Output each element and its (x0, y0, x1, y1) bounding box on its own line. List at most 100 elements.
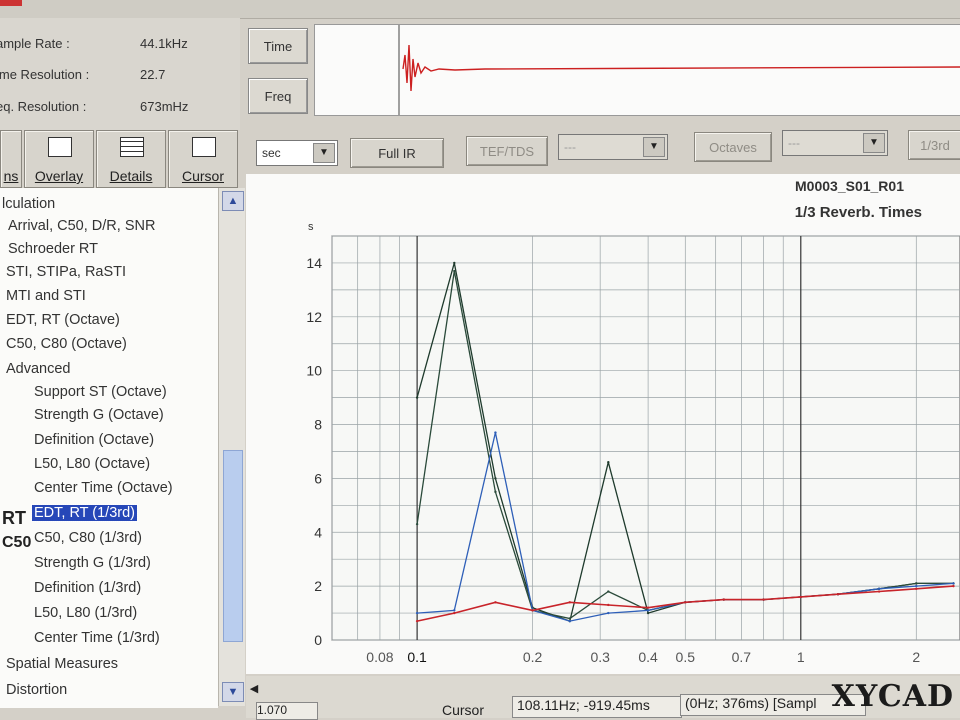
octave-select[interactable]: --- ▼ (782, 130, 888, 156)
scroll-down-icon[interactable]: ▼ (222, 682, 244, 702)
tree-item[interactable]: L50, L80 (1/3rd) (34, 605, 137, 621)
data-point (915, 584, 918, 588)
data-point (646, 606, 650, 609)
chevron-down-icon: ▼ (863, 133, 885, 153)
c50-icon: C50 (2, 534, 32, 551)
band-select[interactable]: --- ▼ (558, 134, 668, 160)
tree-item[interactable]: C50, C80 (1/3rd) (34, 530, 142, 546)
x-tick-label: 0.5 (676, 649, 696, 665)
measurement-name: M0003_S01_R01 (795, 178, 904, 194)
unit-select[interactable]: sec ▼ (256, 140, 338, 166)
octaves-button[interactable]: Octaves (694, 132, 772, 162)
tree-item[interactable]: Schroeder RT (8, 241, 98, 257)
data-point (453, 611, 456, 615)
y-tick-label: 8 (314, 417, 322, 433)
data-point (915, 582, 918, 585)
data-point (415, 619, 419, 623)
data-point (836, 593, 840, 596)
scroll-left-icon[interactable]: ◀ (244, 680, 264, 698)
y-tick-label: 12 (306, 309, 322, 325)
tree-item[interactable]: STI, STIPa, RaSTI (6, 264, 126, 280)
data-point (646, 609, 650, 612)
tree-item[interactable]: Distortion (6, 682, 67, 698)
data-point (568, 619, 571, 623)
tree-item[interactable]: Spatial Measures (6, 656, 118, 672)
tree-item[interactable]: Definition (1/3rd) (34, 580, 141, 596)
overlay-button[interactable]: Overlay (24, 130, 94, 188)
details-label: Details (109, 168, 153, 184)
sample-rate-label: ample Rate : (0, 36, 70, 51)
data-point (568, 617, 571, 620)
tree-item[interactable]: Strength G (1/3rd) (34, 555, 151, 571)
x-tick-label: 0.08 (366, 649, 393, 665)
tree-item[interactable]: Strength G (Octave) (34, 407, 164, 423)
data-point (494, 601, 497, 604)
cursor-readout: 108.11Hz; -919.45ms (512, 696, 682, 718)
tree-item[interactable]: lculation (2, 196, 55, 212)
tree-item[interactable]: L50, L80 (Octave) (34, 456, 150, 472)
tree-item[interactable]: Center Time (1/3rd) (34, 630, 160, 646)
data-point (952, 584, 955, 588)
x-tick-label: 0.4 (638, 649, 658, 665)
time-view-button[interactable]: Time (248, 28, 308, 64)
y-tick-label: 6 (314, 470, 322, 486)
third-octave-button[interactable]: 1/3rd (908, 130, 960, 160)
freq-resolution-label: eq. Resolution : (0, 99, 87, 114)
tree-item-selected[interactable]: EDT, RT (1/3rd) (31, 504, 138, 522)
cursor-label: Cursor (181, 168, 224, 184)
rt-icon: RT (2, 508, 26, 528)
data-point (607, 461, 610, 464)
data-point (494, 490, 497, 494)
x-tick-label: 0.1 (407, 649, 427, 665)
overlay-icon (48, 137, 72, 157)
data-point (877, 587, 881, 591)
tree-item[interactable]: Center Time (Octave) (34, 480, 173, 496)
impulse-response-overview[interactable] (314, 24, 960, 116)
chevron-down-icon: ▼ (313, 143, 335, 163)
cursor-button[interactable]: Cursor (168, 130, 238, 188)
band-select-value: --- (564, 140, 576, 154)
chart-area[interactable]: M0003_S01_R01 1/3 Reverb. Times s 0 2 4 6 8 10… (246, 174, 960, 674)
chevron-down-icon: ▼ (643, 137, 665, 157)
tree-scrollbar[interactable]: ▲ ▼ (218, 188, 245, 706)
scroll-thumb[interactable] (223, 450, 243, 642)
tree-item[interactable]: Definition (Octave) (34, 432, 154, 448)
cursor-icon (192, 137, 216, 157)
data-point (568, 601, 571, 604)
tab-partial[interactable]: ns (0, 130, 22, 188)
y-axis-unit: s (308, 221, 314, 233)
reverb-time-chart[interactable]: s024681012140.08 0.1 0.2 0.3 0.4 0.5 0.7 1 2 (246, 174, 960, 674)
x-tick-label: 1 (797, 649, 805, 665)
tree-item-advanced[interactable]: Advanced (6, 361, 71, 377)
x-tick-label: 2 (912, 649, 920, 665)
data-point (494, 431, 497, 434)
data-point (722, 598, 725, 601)
tef-tds-button[interactable]: TEF/TDS (466, 136, 548, 166)
data-point (607, 611, 610, 615)
cursor-readout-label: Cursor (442, 702, 485, 718)
tree-item[interactable]: Support ST (Octave) (34, 384, 167, 400)
tab-partial-label: ns (3, 168, 19, 184)
x-tick-label: 0.7 (732, 649, 752, 665)
x-tick-label: 0.2 (523, 649, 543, 665)
x-tick-label: 0.3 (590, 649, 610, 665)
title-strip (0, 0, 960, 19)
measurement-info-panel: ample Rate : 44.1kHz ime Resolution : 22… (0, 18, 240, 130)
plot-area (331, 235, 960, 641)
left-value-field: 1.070 (256, 702, 318, 720)
measurement-tree: lculation Arrival, C50, D/R, SNR Schroed… (0, 188, 218, 708)
tree-item[interactable]: MTI and STI (6, 288, 86, 304)
y-tick-label: 0 (314, 632, 322, 648)
tree-item[interactable]: Arrival, C50, D/R, SNR (8, 218, 155, 234)
time-resolution-value: 22.7 (140, 67, 166, 82)
tree-item[interactable]: EDT, RT (Octave) (6, 312, 120, 328)
freq-view-button[interactable]: Freq (248, 78, 308, 114)
details-button[interactable]: Details (96, 130, 166, 188)
data-point (799, 595, 802, 599)
octave-select-value: --- (788, 136, 800, 150)
full-ir-button[interactable]: Full IR (350, 138, 444, 168)
scroll-up-icon[interactable]: ▲ (222, 191, 244, 211)
close-icon[interactable] (0, 0, 22, 6)
impulse-waveform (398, 25, 960, 115)
tree-item[interactable]: C50, C80 (Octave) (6, 336, 127, 352)
